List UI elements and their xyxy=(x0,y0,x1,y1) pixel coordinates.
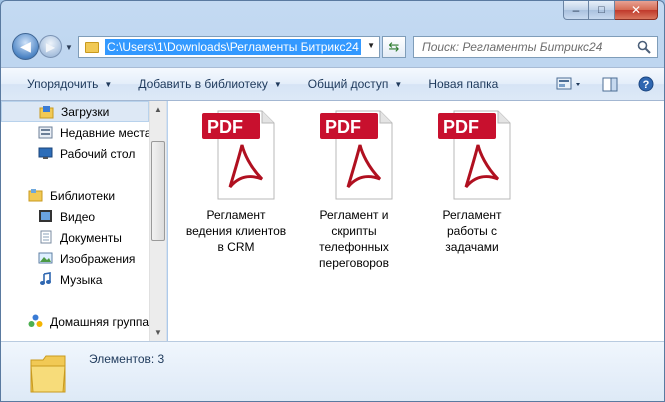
sidebar-item-images[interactable]: Изображения xyxy=(1,248,149,269)
file-item[interactable]: PDF Регламент работы с задачами xyxy=(418,109,526,255)
preview-pane-button[interactable] xyxy=(592,68,628,100)
recent-places-icon xyxy=(38,126,53,139)
sidebar-item-homegroup[interactable]: Домашняя группа xyxy=(1,311,149,332)
refresh-button[interactable]: ⇆ xyxy=(382,36,406,58)
downloads-folder-icon xyxy=(39,106,54,119)
sidebar-item-music[interactable]: Музыка xyxy=(1,269,149,290)
file-name: Регламент работы с задачами xyxy=(442,208,502,254)
sidebar-item-label: Документы xyxy=(60,230,122,245)
navigation-bar: ◀ ▶ ▼ C:\Users\1\Downloads\Регламенты Би… xyxy=(1,31,664,63)
search-box[interactable] xyxy=(413,36,658,58)
sidebar-item-label: Музыка xyxy=(60,272,103,287)
search-icon[interactable] xyxy=(637,40,651,54)
file-name: Регламент и скрипты телефонных переговор… xyxy=(319,208,389,270)
back-button[interactable]: ◀ xyxy=(12,33,39,60)
search-input[interactable] xyxy=(422,40,637,54)
sidebar-item-label: Рабочий стол xyxy=(60,146,136,161)
refresh-icon: ⇆ xyxy=(388,39,400,54)
maximize-icon: □ xyxy=(598,4,605,16)
organize-button[interactable]: Упорядочить ▼ xyxy=(1,68,120,100)
desktop-icon xyxy=(38,147,53,159)
caption-buttons: – □ ✕ xyxy=(563,1,658,21)
toolbar-right-group: ? xyxy=(548,68,664,100)
sidebar-item-recent-places[interactable]: Недавние места xyxy=(1,122,152,143)
close-button[interactable]: ✕ xyxy=(615,1,658,20)
pdf-badge-label: PDF xyxy=(325,117,361,137)
forward-button[interactable]: ▶ xyxy=(39,35,62,58)
documents-icon xyxy=(40,230,52,244)
sidebar-item-libraries[interactable]: Библиотеки xyxy=(1,185,149,206)
homegroup-icon xyxy=(28,314,43,327)
address-path[interactable]: C:\Users\1\Downloads\Регламенты Битрикс2… xyxy=(105,39,361,55)
video-icon xyxy=(39,210,52,222)
chevron-down-icon: ▼ xyxy=(394,79,403,89)
maximize-button[interactable]: □ xyxy=(589,1,615,20)
libraries-icon xyxy=(28,189,43,202)
minimize-icon: – xyxy=(572,3,580,17)
preview-pane-icon xyxy=(602,77,618,91)
address-dropdown-icon[interactable]: ▼ xyxy=(367,41,375,50)
scroll-down-icon[interactable]: ▼ xyxy=(150,324,166,341)
navigation-pane: Загрузки Недавние места Рабочий стол Биб… xyxy=(1,101,167,341)
share-button[interactable]: Общий доступ ▼ xyxy=(300,68,411,100)
forward-arrow-icon: ▶ xyxy=(45,39,56,54)
file-item[interactable]: PDF Регламент и скрипты телефонных перег… xyxy=(300,109,408,271)
share-label: Общий доступ xyxy=(307,77,389,91)
sidebar-item-label: Библиотеки xyxy=(50,188,116,203)
organize-label: Упорядочить xyxy=(27,77,99,91)
address-bar[interactable]: C:\Users\1\Downloads\Регламенты Битрикс2… xyxy=(78,36,380,58)
new-folder-label: Новая папка xyxy=(428,77,499,91)
back-arrow-icon: ◀ xyxy=(20,38,31,54)
images-icon xyxy=(38,252,53,264)
scroll-up-icon[interactable]: ▲ xyxy=(150,101,166,118)
item-count: Элементов: 3 xyxy=(89,352,165,366)
sidebar-item-label: Недавние места xyxy=(60,125,152,140)
minimize-button[interactable]: – xyxy=(563,1,589,20)
view-icon xyxy=(556,77,580,90)
scrollbar-thumb[interactable] xyxy=(151,141,165,241)
close-icon: ✕ xyxy=(630,3,642,17)
navigation-pane-scrollbar[interactable]: ▲ ▼ xyxy=(149,101,166,341)
sidebar-item-label: Изображения xyxy=(60,251,136,266)
sidebar-item-label: Домашняя группа xyxy=(50,314,150,329)
new-folder-button[interactable]: Новая папка xyxy=(420,68,506,100)
sidebar-item-downloads[interactable]: Загрузки xyxy=(1,101,149,122)
chevron-down-icon: ▼ xyxy=(104,79,113,89)
details-pane: Элементов: 3 xyxy=(1,341,664,401)
sidebar-item-desktop[interactable]: Рабочий стол xyxy=(1,143,149,164)
music-icon xyxy=(40,272,51,285)
help-button[interactable]: ? xyxy=(628,68,664,100)
add-to-library-label: Добавить в библиотеку xyxy=(138,77,268,91)
command-toolbar: Упорядочить ▼ Добавить в библиотеку ▼ Общи… xyxy=(1,67,664,101)
sidebar-item-documents[interactable]: Документы xyxy=(1,227,149,248)
change-view-button[interactable] xyxy=(548,68,592,100)
pdf-badge-label: PDF xyxy=(207,117,243,137)
sidebar-item-label: Видео xyxy=(60,209,96,224)
file-name: Регламент ведения клиентов в CRM xyxy=(185,208,287,254)
recent-pages-dropdown[interactable]: ▼ xyxy=(65,43,73,52)
file-list: PDF Регламент ведения клиентов в CRM PDF… xyxy=(168,101,664,341)
file-item[interactable]: PDF Регламент ведения клиентов в CRM xyxy=(182,109,290,255)
add-to-library-button[interactable]: Добавить в библиотеку ▼ xyxy=(130,68,289,100)
explorer-window: – □ ✕ ◀ ▶ ▼ C:\Users\1\Downloads\Регламе… xyxy=(0,0,665,402)
pdf-badge-label: PDF xyxy=(443,117,479,137)
folder-icon xyxy=(30,355,66,393)
folder-icon xyxy=(85,41,99,53)
chevron-down-icon: ▼ xyxy=(273,79,282,89)
sidebar-item-label: Загрузки xyxy=(61,104,110,119)
help-label: ? xyxy=(642,78,650,91)
sidebar-item-video[interactable]: Видео xyxy=(1,206,149,227)
